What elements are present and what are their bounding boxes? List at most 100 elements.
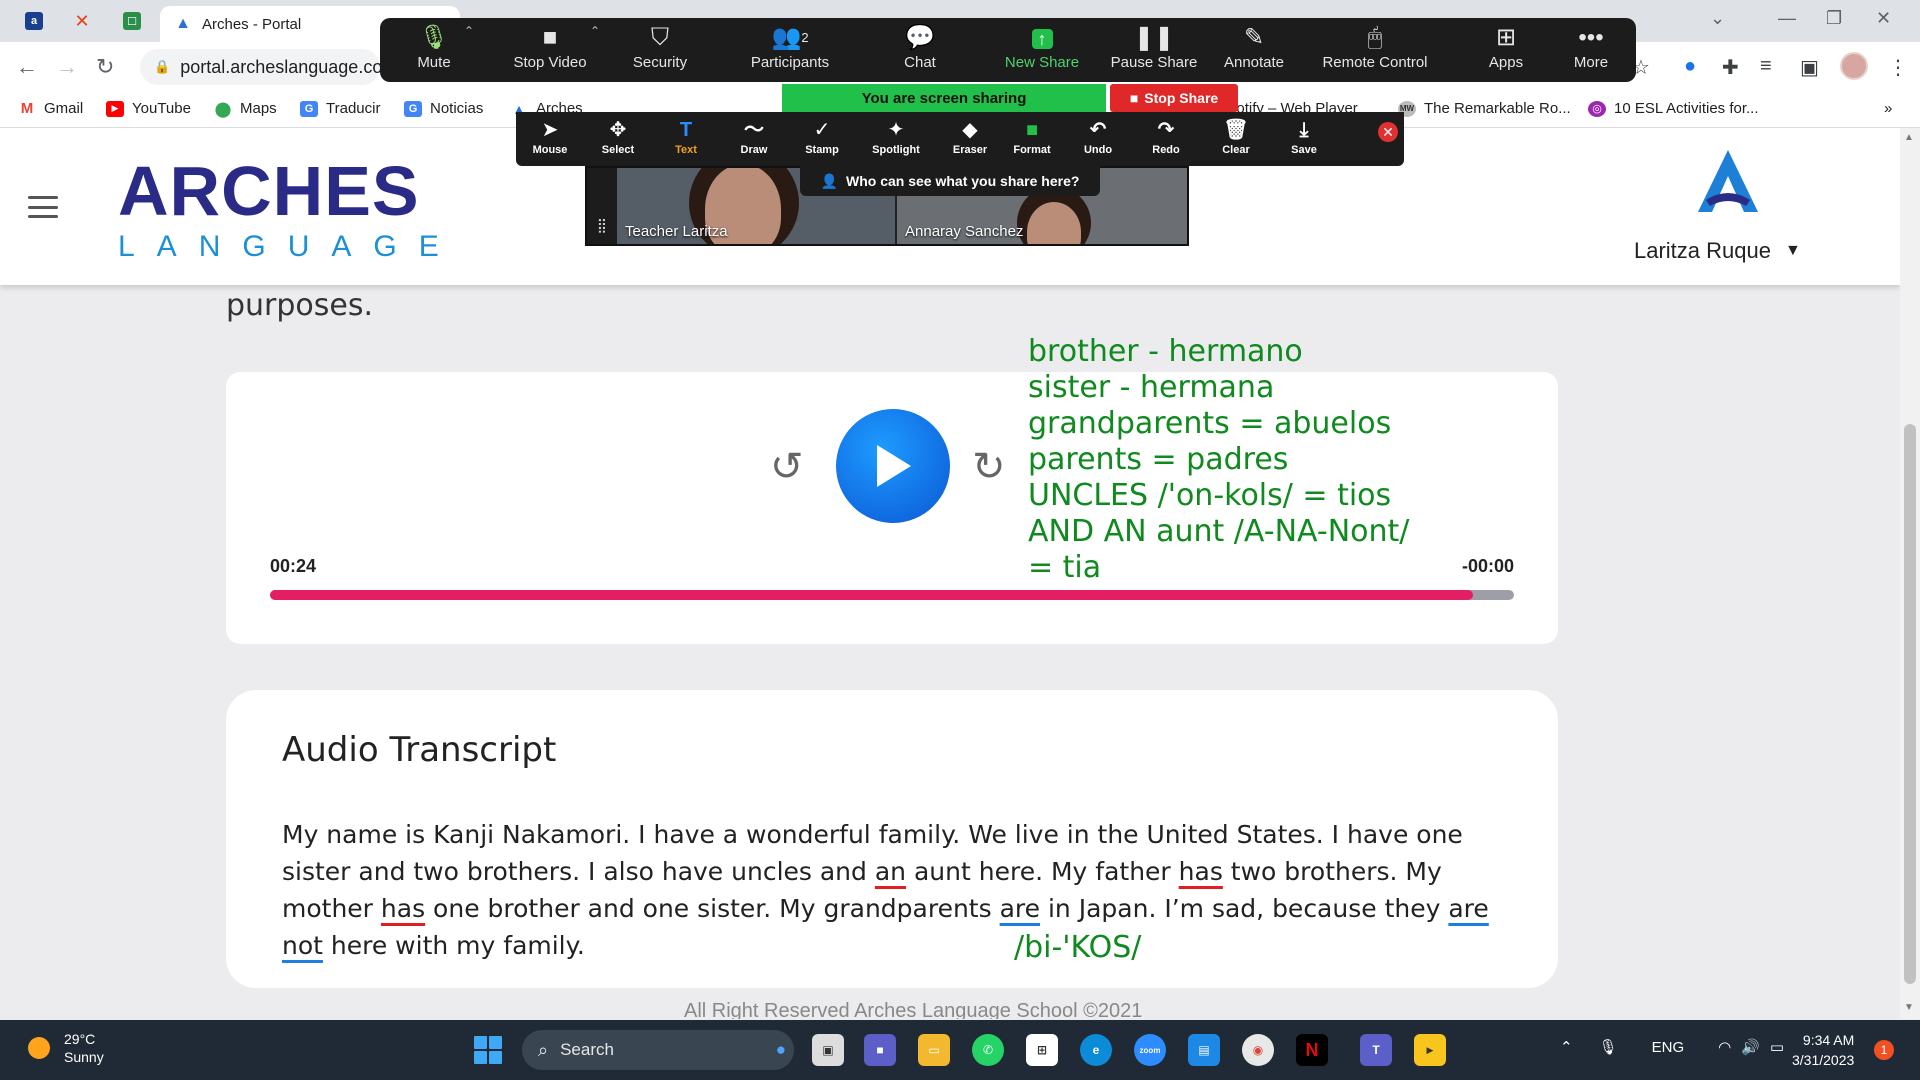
teams-chat-icon[interactable]: ■ [864,1034,896,1066]
scroll-up-icon[interactable]: ▲ [1904,132,1914,143]
scroll-down-icon[interactable]: ▼ [1904,1002,1914,1013]
news-app-icon[interactable]: ▤ [1188,1034,1220,1066]
scroll-thumb[interactable] [1904,424,1916,984]
zoom-pause-share-button[interactable]: ❚❚ Pause Share [1102,22,1206,80]
minimize-icon[interactable]: — [1778,8,1796,29]
teams-icon[interactable]: T [1360,1034,1392,1066]
chevron-up-icon[interactable]: ⌃ [464,24,474,38]
bookmark-maps[interactable]: ⬤ Maps [214,100,277,118]
language-indicator[interactable]: ENG [1652,1039,1685,1056]
reload-icon[interactable]: ↻ [96,54,114,80]
weather-widget[interactable]: 29°C Sunny [28,1030,104,1066]
whatsapp-icon[interactable]: ✆ [972,1034,1004,1066]
zoom-apps-button[interactable]: ⊞ Apps [1466,22,1546,80]
microphone-tray-icon[interactable]: 🎙 [1599,1038,1618,1056]
play-button[interactable] [836,409,950,523]
forward-icon[interactable]: → [56,54,78,80]
chrome-icon[interactable]: ◉ [1242,1034,1274,1066]
annot-tool-undo[interactable]: ↶ Undo [1068,116,1128,156]
pinned-tab-chat[interactable]: ☐ [112,6,152,36]
bookmark-label: The Remarkable Ro... [1424,100,1571,117]
annot-tool-clear[interactable]: 🗑 Clear [1206,116,1266,156]
taskbar-clock[interactable]: 9:34 AM 3/31/2023 [1792,1030,1854,1070]
zoom-more-button[interactable]: ••• More [1556,22,1626,80]
store-icon[interactable]: ⊞ [1026,1034,1058,1066]
notification-badge[interactable]: 1 [1874,1040,1894,1060]
windows-start-icon[interactable] [474,1036,502,1064]
chevron-up-icon[interactable]: ⌃ [1560,1038,1573,1056]
remaining-time: -00:00 [1461,556,1514,576]
address-bar[interactable]: 🔒 portal.archeslanguage.con [140,49,392,85]
bookmark-noticias[interactable]: G Noticias [404,100,483,117]
volume-icon[interactable]: 🔊 [1741,1038,1760,1056]
pinned-tab-allo[interactable]: a [14,6,54,36]
zoom-stop-video-button[interactable]: ■ Stop Video ⌃ [500,22,600,80]
rewind-icon[interactable]: ↺ [770,444,804,490]
netflix-icon[interactable]: N [1296,1034,1328,1066]
annot-tool-redo[interactable]: ↷ Redo [1136,116,1196,156]
tool-label: Format [1013,144,1051,156]
annot-tool-spotlight[interactable]: ✦ Spotlight [860,116,932,156]
zoom-new-share-button[interactable]: ↑ New Share [992,22,1092,80]
zoom-mute-button[interactable]: 🎙 Mute ⌃ [394,22,474,80]
bookmark-remarkable[interactable]: MW The Remarkable Ro... [1398,100,1571,117]
chevron-up-icon[interactable]: ⌃ [590,24,600,38]
restore-icon[interactable]: ❐ [1826,8,1842,29]
annot-tool-draw[interactable]: 〜 Draw [724,116,784,156]
extension-badge-icon[interactable]: ● [1684,55,1696,78]
system-tray: ⌃ 🎙 ENG ◠ 🔊 ▭ [1560,1038,1784,1057]
battery-icon[interactable]: ▭ [1770,1038,1784,1056]
zoom-security-button[interactable]: ⛉ Security [620,22,700,80]
zoom-button-label: Participants [750,54,830,71]
progress-bar[interactable] [270,590,1514,600]
bookmark-esl[interactable]: ◎ 10 ESL Activities for... [1588,100,1759,117]
underlined-word: has [380,894,426,923]
profile-avatar[interactable] [1840,52,1868,80]
edge-icon[interactable]: e [1080,1034,1112,1066]
apps-icon: ⊞ [1495,24,1517,51]
more-bookmarks-button[interactable]: » [1884,100,1892,117]
file-explorer-icon[interactable]: ▭ [918,1034,950,1066]
x-icon: ✕ [74,10,90,31]
chevron-down-icon[interactable]: ⌄ [1710,8,1725,29]
annot-tool-select[interactable]: ✥ Select [588,116,648,156]
back-icon[interactable]: ← [16,54,38,80]
zoom-remote-control-button[interactable]: 🖱 Remote Control [1310,22,1440,80]
annot-tool-mouse[interactable]: ➤ Mouse [520,116,580,156]
zoom-app-icon[interactable]: zoom [1134,1034,1166,1066]
annot-tool-format[interactable]: ■ Format [1002,116,1062,156]
side-panel-icon[interactable]: ▣ [1800,55,1819,80]
hamburger-menu-icon[interactable] [28,196,58,218]
close-icon[interactable]: ✕ [1876,8,1891,29]
bookmark-gmail[interactable]: M Gmail [18,100,83,117]
progress-fill [270,590,1473,600]
annot-tool-save[interactable]: ⤓ Save [1274,116,1334,156]
zoom-chat-button[interactable]: 💬 Chat [880,22,960,80]
annot-tool-stamp[interactable]: ✓ Stamp [792,116,852,156]
who-can-see-share-button[interactable]: 👤 Who can see what you share here? [800,166,1100,196]
puzzle-icon[interactable]: ✚ [1722,55,1739,80]
sharing-banner-text: You are screen sharing [861,89,1027,107]
task-view-icon[interactable]: ▣ [812,1034,844,1066]
player-app-icon[interactable]: ▶ [1414,1034,1446,1066]
annot-tool-eraser[interactable]: ◆ Eraser [940,116,1000,156]
forward-skip-icon[interactable]: ↻ [972,444,1006,490]
stop-square-icon: ■ [1129,90,1139,106]
video-grid-icon[interactable]: ⣿ [587,168,617,244]
pinned-tab-x[interactable]: ✕ [62,6,102,36]
zoom-annotate-button[interactable]: ✎ Annotate [1214,22,1294,80]
logo-subtitle: LANGUAGE [118,230,461,263]
annot-tool-text[interactable]: T Text [656,116,716,156]
bookmark-youtube[interactable]: ▶ YouTube [106,100,191,117]
page-scrollbar[interactable]: ▲ ▼ [1900,128,1920,1019]
stop-share-button[interactable]: ■ Stop Share [1110,84,1238,112]
zoom-participants-button[interactable]: 👥2 Participants [730,22,850,80]
taskbar-search[interactable]: ⌕ Search ● [522,1030,794,1070]
user-menu[interactable]: Laritza Ruque ▼ [1634,238,1801,264]
bookmark-traducir[interactable]: G Traducir [300,100,380,117]
menu-dots-icon[interactable]: ⋮ [1888,55,1908,80]
arches-logo[interactable]: ARCHES LANGUAGE [118,156,461,264]
media-icon[interactable]: ≡ [1760,55,1772,78]
annotation-close-button[interactable]: ✕ [1378,122,1398,142]
wifi-icon[interactable]: ◠ [1718,1038,1731,1056]
